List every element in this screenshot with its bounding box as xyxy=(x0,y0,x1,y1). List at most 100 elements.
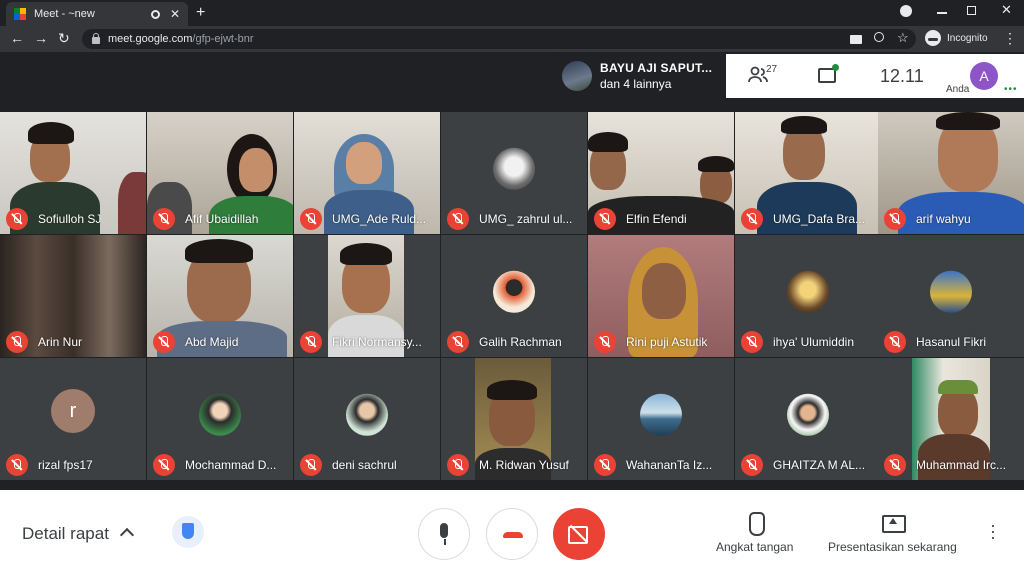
participant-tile[interactable]: Sofiulloh SJ xyxy=(0,112,146,234)
incognito-icon xyxy=(925,30,941,46)
address-bar: ← → ↻ meet.google.com/gfp-ejwt-bnr ☆ Inc… xyxy=(0,26,1024,52)
participant-avatar xyxy=(787,393,829,436)
muted-mic-icon xyxy=(594,208,616,230)
forward-arrow-icon[interactable]: → xyxy=(34,30,48,46)
participant-name: UMG_Ade Ruld... xyxy=(332,212,427,226)
participant-tile[interactable]: M. Ridwan Yusuf xyxy=(441,358,587,480)
meet-favicon-icon xyxy=(14,8,26,20)
raise-hand-button[interactable]: Angkat tangan xyxy=(716,512,793,554)
new-tab-button[interactable]: + xyxy=(196,4,205,22)
participant-tile[interactable]: WahananTa Iz... xyxy=(588,358,734,480)
muted-mic-icon xyxy=(6,454,28,476)
participant-tile[interactable]: deni sachrul xyxy=(294,358,440,480)
leave-call-button[interactable] xyxy=(486,508,538,560)
muted-mic-icon xyxy=(447,331,469,353)
more-options-icon[interactable]: · · · xyxy=(990,516,996,546)
close-tab-icon[interactable]: ✕ xyxy=(170,7,180,21)
participant-name: Rini puji Astutik xyxy=(626,335,708,349)
recording-indicator-icon xyxy=(150,9,160,19)
user-avatar[interactable]: A xyxy=(970,62,998,90)
participant-tile[interactable]: arif wahyu xyxy=(878,112,1024,234)
participant-initial-avatar: r xyxy=(51,389,95,433)
muted-mic-icon xyxy=(300,208,322,230)
participant-name: Hasanul Fikri xyxy=(916,335,987,349)
participant-name: Arin Nur xyxy=(38,335,83,349)
browser-tab[interactable]: Meet - ~new ✕ xyxy=(6,2,188,26)
host-controls-shield-icon[interactable] xyxy=(172,516,204,548)
people-icon[interactable] xyxy=(748,66,768,84)
participant-tile[interactable]: Fikri Normansy... xyxy=(294,235,440,357)
reload-icon[interactable]: ↻ xyxy=(58,30,70,47)
audio-level-icon: ••• xyxy=(1004,84,1018,95)
participant-tile[interactable]: UMG_Dafa Bra... xyxy=(735,112,881,234)
participant-name: UMG_Dafa Bra... xyxy=(773,212,866,226)
presenter-avatar xyxy=(562,61,592,91)
participant-tile[interactable]: GHAITZA M AL... xyxy=(735,358,881,480)
participant-tile[interactable]: Arin Nur xyxy=(0,235,146,357)
microphone-button[interactable] xyxy=(418,508,470,560)
tab-search-icon[interactable] xyxy=(900,5,912,17)
muted-mic-icon xyxy=(741,454,763,476)
bookmark-star-icon[interactable]: ☆ xyxy=(897,30,909,46)
participant-tile[interactable]: UMG_Ade Ruld... xyxy=(294,112,440,234)
participant-name: Sofiulloh SJ xyxy=(38,212,102,226)
participant-tile[interactable]: Abd Majid xyxy=(147,235,293,357)
zoom-icon[interactable] xyxy=(874,32,884,42)
muted-mic-icon xyxy=(6,331,28,353)
participant-name: WahananTa Iz... xyxy=(626,458,713,472)
muted-mic-icon xyxy=(6,208,28,230)
participant-tile[interactable]: r rizal fps17 xyxy=(0,358,146,480)
muted-mic-icon xyxy=(884,454,906,476)
self-label: Anda xyxy=(946,84,970,95)
participant-tile[interactable]: ihya' Ulumiddin xyxy=(735,235,881,357)
chat-notification-dot xyxy=(832,64,839,71)
browser-menu-icon[interactable]: ⋮ xyxy=(1003,30,1017,47)
people-count-badge: 27 xyxy=(766,64,778,75)
meeting-controls-bar: Detail rapat Angkat tangan Presentasikan… xyxy=(0,490,1024,576)
participant-tile[interactable]: Muhammad Irc... xyxy=(878,358,1024,480)
participant-name: M. Ridwan Yusuf xyxy=(479,458,569,472)
participant-tile[interactable]: Mochammad D... xyxy=(147,358,293,480)
participant-avatar xyxy=(199,393,241,436)
participant-tile[interactable]: UMG_ zahrul ul... xyxy=(441,112,587,234)
restore-icon[interactable] xyxy=(967,6,976,15)
participant-name: deni sachrul xyxy=(332,458,397,472)
present-screen-icon xyxy=(881,512,907,534)
lock-icon xyxy=(92,32,100,44)
camera-in-use-icon[interactable] xyxy=(850,35,862,44)
muted-mic-icon xyxy=(300,454,322,476)
muted-mic-icon xyxy=(884,208,906,230)
raise-hand-label: Angkat tangan xyxy=(716,540,794,554)
back-arrow-icon[interactable]: ← xyxy=(10,30,24,46)
incognito-indicator[interactable]: Incognito xyxy=(925,30,988,46)
participant-tile[interactable]: Rini puji Astutik xyxy=(588,235,734,357)
participant-tile[interactable]: Hasanul Fikri xyxy=(878,235,1024,357)
muted-mic-icon xyxy=(300,331,322,353)
participant-tile[interactable]: Galih Rachman xyxy=(441,235,587,357)
participant-name: Mochammad D... xyxy=(185,458,277,472)
presenter-others: dan 4 lainnya xyxy=(600,77,672,91)
present-now-button[interactable]: Presentasikan sekarang xyxy=(828,512,957,554)
camera-off-button[interactable] xyxy=(553,508,605,560)
muted-mic-icon xyxy=(447,454,469,476)
present-now-label: Presentasikan sekarang xyxy=(828,540,957,554)
participant-tile[interactable]: Afif Ubaidillah xyxy=(147,112,293,234)
muted-mic-icon xyxy=(741,208,763,230)
chevron-up-icon[interactable] xyxy=(119,527,135,543)
participant-avatar xyxy=(787,270,829,313)
participant-avatar xyxy=(493,270,535,313)
muted-mic-icon xyxy=(741,331,763,353)
participant-name: Fikri Normansy... xyxy=(332,335,422,349)
window-close-icon[interactable]: ✕ xyxy=(1001,2,1012,18)
url-input[interactable]: meet.google.com/gfp-ejwt-bnr xyxy=(82,29,916,49)
participant-name: Elfin Efendi xyxy=(626,212,687,226)
hand-icon xyxy=(744,512,766,536)
presenter-chip[interactable]: BAYU AJI SAPUT... dan 4 lainnya xyxy=(556,54,726,98)
presenter-name: BAYU AJI SAPUT... xyxy=(600,61,713,75)
participant-tile[interactable]: Elfin Efendi xyxy=(588,112,734,234)
participant-name: rizal fps17 xyxy=(38,458,93,472)
participant-name: ihya' Ulumiddin xyxy=(773,335,854,349)
meeting-details-button[interactable]: Detail rapat xyxy=(22,524,109,544)
minimize-icon[interactable] xyxy=(937,12,947,14)
meet-top-panel: 27 12.11 A Anda ••• xyxy=(726,54,1024,98)
